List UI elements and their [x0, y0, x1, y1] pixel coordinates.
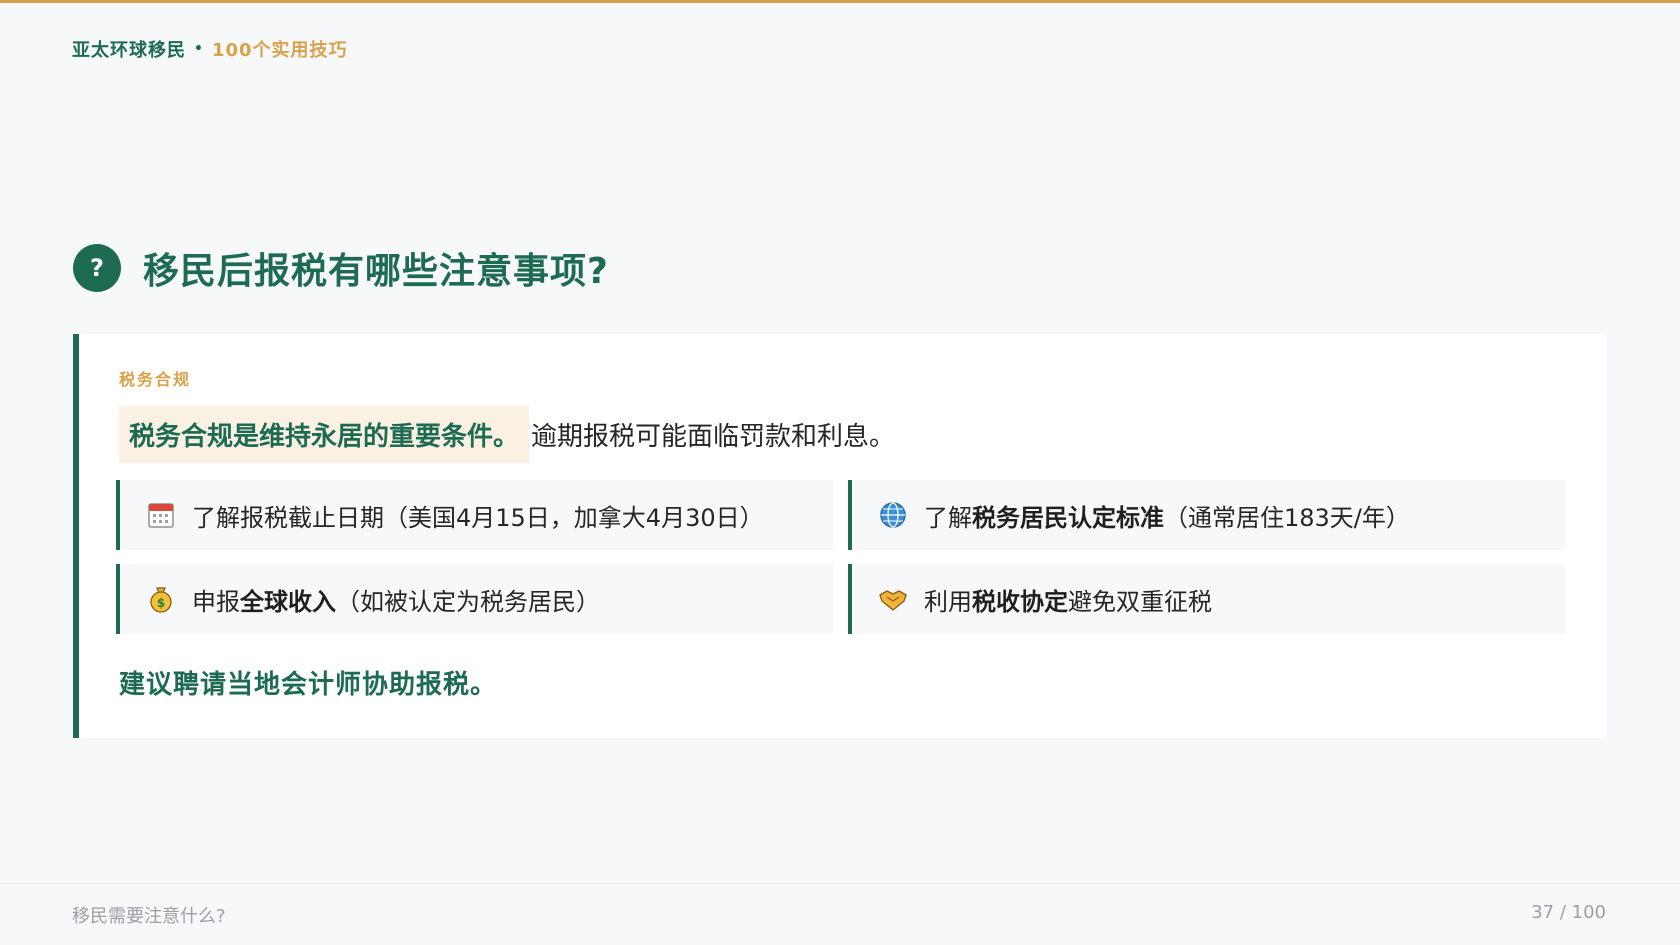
footer-divider [0, 883, 1680, 884]
tip-item-global-income: $ 申报 全球收入 （如被认定为税务居民） [116, 564, 833, 634]
lead-statement: 税务合规是维持永居的重要条件。 逾期报税可能面临罚款和利息。 [119, 406, 895, 463]
tip-text-post: 避免双重征税 [1068, 587, 1212, 616]
handshake-icon [878, 584, 908, 614]
top-accent-line [0, 0, 1680, 3]
svg-text:$: $ [157, 596, 165, 610]
calendar-icon [146, 500, 176, 530]
lead-rest: 逾期报税可能面临罚款和利息。 [531, 422, 896, 452]
tip-text-bold: 全球收入 [240, 587, 336, 616]
series-name: 100个实用技巧 [211, 40, 348, 61]
page-title: 移民后报税有哪些注意事项? [143, 251, 609, 292]
tip-text-pre: 了解 [924, 503, 972, 532]
tip-text-pre: 了解报税截止日期（美国4月15日，加拿大4月30日） [192, 503, 764, 532]
page-number: 37 / 100 [1531, 902, 1606, 923]
answer-card: 税务合规 税务合规是维持永居的重要条件。 逾期报税可能面临罚款和利息。 了解报税… [73, 334, 1607, 738]
question-heading: ? 移民后报税有哪些注意事项? [73, 242, 609, 294]
lead-highlight: 税务合规是维持永居的重要条件。 [119, 406, 530, 463]
globe-icon [878, 500, 908, 530]
tip-item-residency: 了解 税务居民认定标准 （通常居住183天/年） [848, 480, 1565, 550]
tip-text-post: （通常居住183天/年） [1164, 503, 1410, 532]
question-mark-icon: ? [73, 244, 121, 292]
brand-header: 亚太环球移民 • 100个实用技巧 [72, 36, 348, 62]
advice-text: 建议聘请当地会计师协助报税。 [119, 670, 498, 700]
brand-separator: • [194, 41, 204, 57]
tip-text-post: （如被认定为税务居民） [336, 587, 600, 616]
tip-text-bold: 税务居民认定标准 [972, 503, 1164, 532]
tip-text-bold: 税收协定 [972, 587, 1068, 616]
tip-text-pre: 利用 [924, 587, 972, 616]
tip-item-deadline: 了解报税截止日期（美国4月15日，加拿大4月30日） [116, 480, 833, 550]
footer-topic: 移民需要注意什么? [72, 906, 226, 927]
tip-item-tax-treaty: 利用 税收协定 避免双重征税 [848, 564, 1565, 634]
brand-name: 亚太环球移民 [72, 40, 186, 61]
tip-text-pre: 申报 [192, 587, 240, 616]
card-category-label: 税务合规 [119, 370, 192, 389]
money-bag-icon: $ [146, 584, 176, 614]
